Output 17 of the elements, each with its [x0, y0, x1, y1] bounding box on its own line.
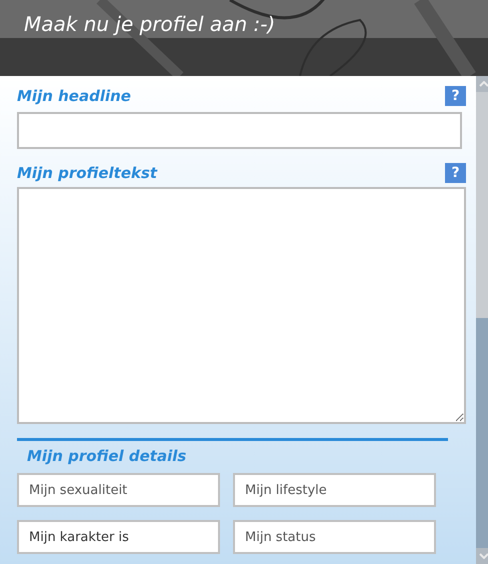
headline-label: Mijn headline	[17, 87, 131, 105]
details-heading: Mijn profiel details	[27, 447, 188, 465]
headline-field[interactable]	[17, 112, 462, 149]
scroll-down-button[interactable]	[476, 548, 488, 564]
profile-text-label: Mijn profieltekst	[17, 164, 158, 182]
scroll-up-button[interactable]	[476, 76, 488, 92]
detail-field[interactable]: Mijn karakter is	[17, 520, 220, 554]
scrollbar-thumb[interactable]	[476, 92, 488, 318]
chevron-up-icon	[479, 81, 488, 87]
detail-field[interactable]: Mijn status	[233, 520, 436, 554]
help-button[interactable]: ?	[445, 163, 466, 183]
detail-field[interactable]: Mijn lifestyle	[233, 473, 436, 507]
detail-field[interactable]: Mijn sexualiteit	[17, 473, 220, 507]
profile-text-area[interactable]	[17, 187, 466, 424]
chevron-down-icon	[479, 553, 488, 559]
help-button[interactable]: ?	[445, 86, 466, 106]
page-title: Maak nu je profiel aan :-)	[23, 11, 276, 38]
